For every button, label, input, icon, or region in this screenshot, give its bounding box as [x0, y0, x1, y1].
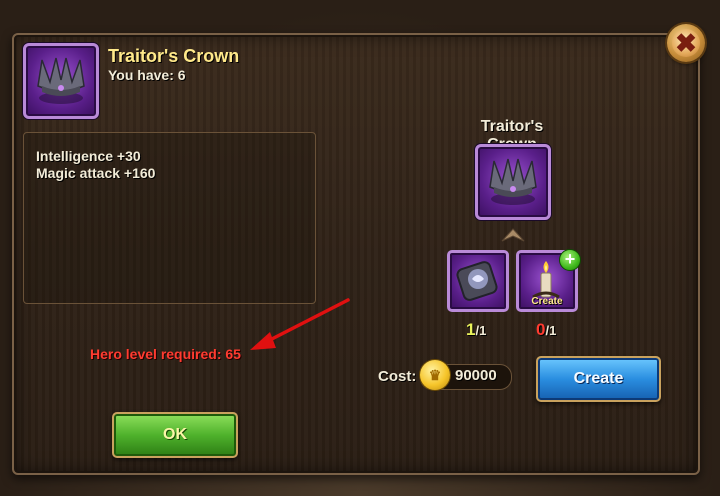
create-button[interactable]: Create — [536, 356, 661, 402]
plus-icon[interactable]: + — [559, 249, 581, 271]
component-create-label: Create — [531, 296, 563, 307]
crown-icon — [37, 57, 85, 104]
red-arrow-annotation — [250, 298, 350, 350]
owned-count: You have: 6 — [108, 67, 186, 83]
component-count-candle: 0/1 — [536, 320, 557, 339]
stat-magic-attack: Magic attack +160 — [36, 165, 156, 181]
gold-coin-icon: ♛ — [420, 360, 450, 390]
ok-button[interactable]: OK — [112, 412, 238, 458]
close-button[interactable]: ✖ — [667, 24, 705, 62]
rune-stone-icon — [456, 261, 498, 301]
item-icon-frame — [23, 43, 99, 119]
recipe-result-icon[interactable] — [475, 144, 551, 220]
close-icon: ✖ — [672, 29, 700, 57]
component-count-rune: 1/1 — [466, 320, 487, 339]
item-title: Traitor's Crown — [108, 46, 240, 66]
chevron-up-icon — [501, 228, 525, 242]
crown-icon — [489, 158, 537, 205]
cost-value: 90000 — [455, 367, 497, 384]
component-slot-rune[interactable] — [447, 250, 509, 312]
stat-intelligence: Intelligence +30 — [36, 148, 141, 164]
cost-label: Cost: — [378, 368, 417, 385]
level-requirement: Hero level required: 65 — [90, 346, 241, 362]
